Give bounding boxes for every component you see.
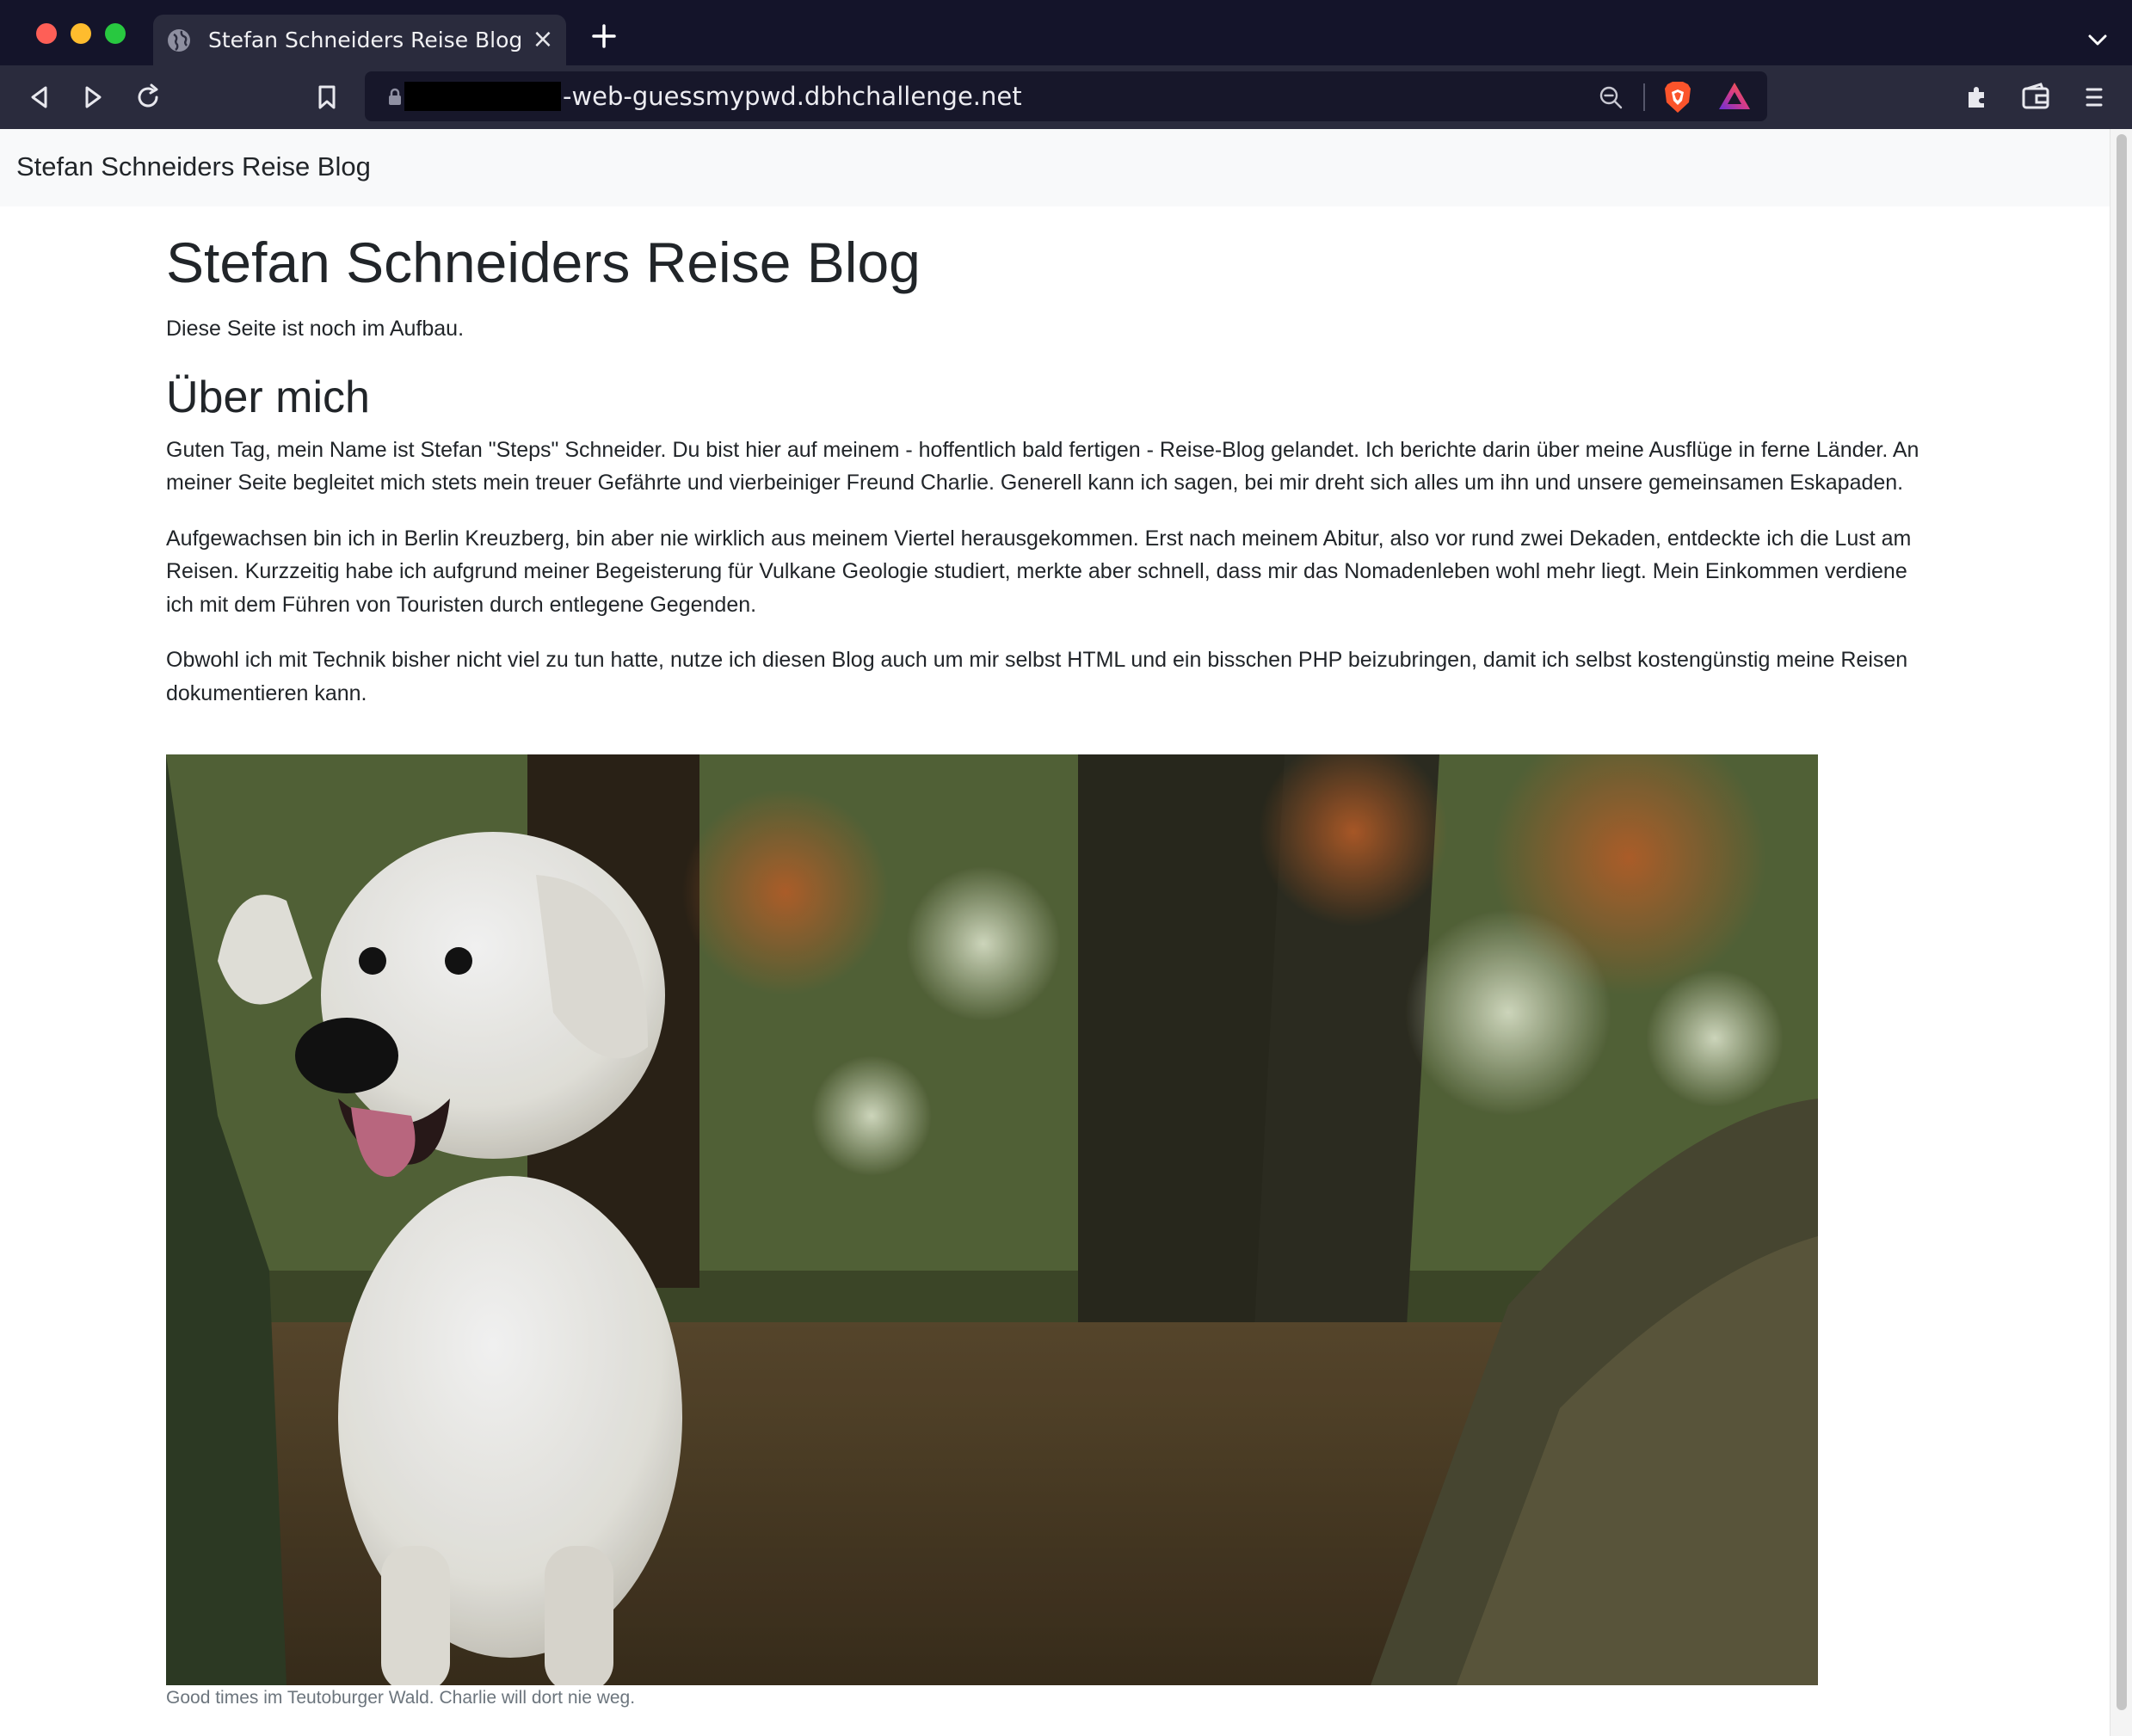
about-paragraph-2: Aufgewachsen bin ich in Berlin Kreuzberg… bbox=[166, 526, 1912, 617]
brave-rewards-icon[interactable] bbox=[1717, 80, 1752, 113]
chevron-down-icon[interactable] bbox=[2082, 24, 2113, 55]
separator bbox=[1643, 83, 1645, 111]
url-text: -web-guessmypwd.dbhchallenge.net bbox=[563, 82, 1022, 111]
close-icon[interactable]: × bbox=[528, 25, 558, 54]
about-heading: Über mich bbox=[166, 372, 370, 423]
redacted-url-part bbox=[404, 82, 561, 111]
dog-photo bbox=[166, 754, 1818, 1685]
browser-toolbar: -web-guessmypwd.dbhchallenge.net bbox=[0, 65, 2132, 129]
menu-icon[interactable] bbox=[2077, 80, 2111, 114]
photo-caption: Good times im Teutoburger Wald. Charlie … bbox=[166, 1688, 636, 1708]
forward-icon[interactable] bbox=[76, 80, 110, 114]
zoom-window-button[interactable] bbox=[105, 23, 126, 44]
page-scrollbar[interactable] bbox=[2110, 129, 2132, 1736]
zoom-out-icon[interactable] bbox=[1597, 83, 1624, 111]
bookmark-icon[interactable] bbox=[310, 80, 344, 114]
tab-title: Stefan Schneiders Reise Blog bbox=[208, 28, 523, 52]
site-navbar: Stefan Schneiders Reise Blog bbox=[0, 129, 2110, 206]
active-tab[interactable]: Stefan Schneiders Reise Blog × bbox=[153, 15, 566, 65]
globe-icon bbox=[168, 29, 190, 52]
minimize-window-button[interactable] bbox=[71, 23, 91, 44]
wallet-icon[interactable] bbox=[2018, 80, 2053, 114]
close-window-button[interactable] bbox=[36, 23, 57, 44]
back-icon[interactable] bbox=[22, 80, 57, 114]
tab-strip: Stefan Schneiders Reise Blog × bbox=[0, 0, 2132, 65]
intro-text: Diese Seite ist noch im Aufbau. bbox=[166, 317, 465, 342]
about-paragraph-1: Guten Tag, mein Name ist Stefan "Steps" … bbox=[166, 437, 1919, 496]
plus-icon[interactable] bbox=[585, 17, 623, 55]
lock-icon[interactable] bbox=[385, 86, 404, 107]
reload-icon[interactable] bbox=[131, 80, 165, 114]
page-title: Stefan Schneiders Reise Blog bbox=[166, 231, 921, 294]
main-content: Stefan Schneiders Reise Blog Diese Seite… bbox=[166, 206, 1921, 732]
extensions-icon[interactable] bbox=[1960, 80, 1994, 114]
about-paragraph-3: Obwohl ich mit Technik bisher nicht viel… bbox=[166, 648, 1908, 705]
scroll-thumb[interactable] bbox=[2117, 134, 2127, 1710]
navbar-brand[interactable]: Stefan Schneiders Reise Blog bbox=[16, 151, 371, 182]
brave-shield-icon[interactable] bbox=[1662, 80, 1693, 114]
address-bar[interactable]: -web-guessmypwd.dbhchallenge.net bbox=[365, 71, 1767, 121]
